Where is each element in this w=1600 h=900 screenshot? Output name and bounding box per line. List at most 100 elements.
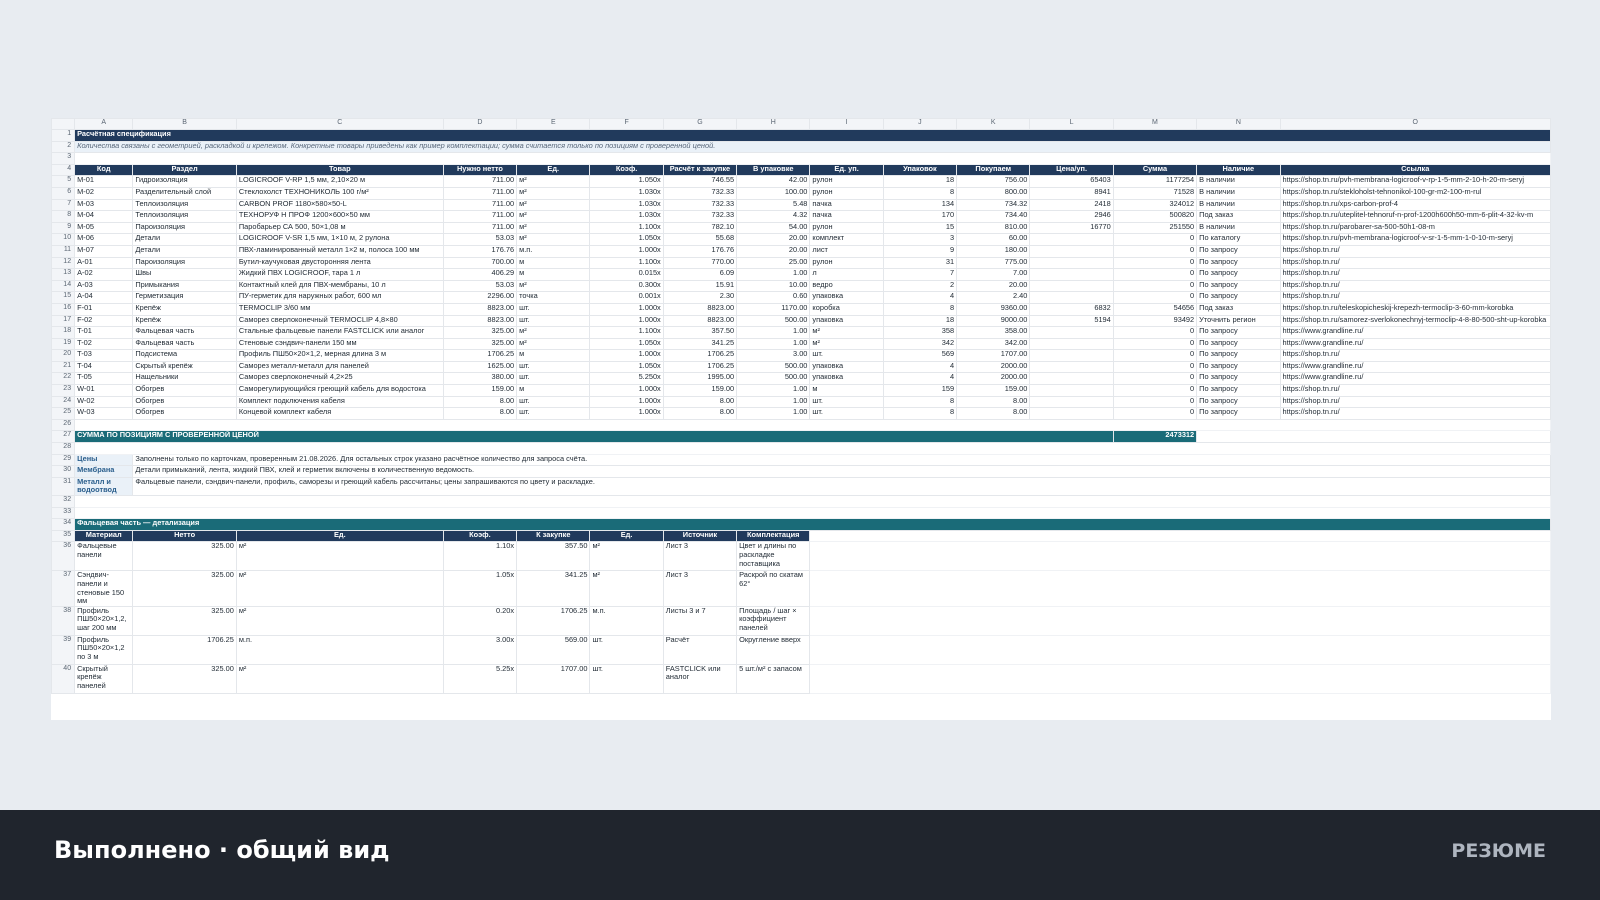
spec-cell[interactable]: 746.55 bbox=[662, 175, 738, 188]
detail-cell[interactable]: 1707.00 bbox=[516, 663, 591, 694]
spec-cell[interactable]: 380.00 bbox=[442, 372, 518, 386]
spec-cell[interactable]: 325.00 bbox=[442, 326, 518, 339]
spec-cell[interactable]: По запросу bbox=[1196, 384, 1281, 397]
spec-cell[interactable]: Пароизоляция bbox=[132, 221, 237, 235]
detail-cell[interactable]: Фальцевые панели bbox=[74, 541, 134, 572]
spec-cell[interactable]: M-02 bbox=[74, 186, 134, 200]
spec-cell[interactable]: 8941 bbox=[1029, 186, 1114, 200]
spec-cell[interactable]: 700.00 bbox=[442, 256, 518, 270]
spec-cell[interactable]: https://shop.tn.ru/ bbox=[1279, 291, 1551, 304]
spec-cell[interactable]: https://shop.tn.ru/ bbox=[1279, 256, 1551, 270]
column-header[interactable]: J bbox=[882, 118, 958, 130]
spec-cell[interactable]: шт. bbox=[516, 360, 591, 374]
detail-cell[interactable]: 325.00 bbox=[132, 570, 237, 607]
spec-cell[interactable]: м² bbox=[516, 210, 591, 223]
spec-cell[interactable]: A-03 bbox=[74, 279, 134, 293]
detail-cell[interactable]: 5.25x bbox=[442, 663, 518, 694]
spec-cell[interactable]: 8 bbox=[882, 186, 958, 200]
spec-cell[interactable]: 770.00 bbox=[662, 256, 738, 270]
column-header[interactable]: C bbox=[235, 118, 444, 130]
spec-cell[interactable]: 159 bbox=[882, 384, 958, 397]
spec-cell[interactable]: https://shop.tn.ru/xps-carbon-prof-4 bbox=[1279, 198, 1551, 212]
spec-cell[interactable]: 711.00 bbox=[442, 210, 518, 223]
spec-cell[interactable]: 2418 bbox=[1029, 198, 1114, 212]
spec-cell[interactable] bbox=[1029, 256, 1114, 270]
spec-cell[interactable]: 18 bbox=[882, 175, 958, 188]
spec-cell[interactable]: A-04 bbox=[74, 291, 134, 304]
spec-cell[interactable]: 8.00 bbox=[442, 395, 518, 409]
spec-cell[interactable]: 1.000x bbox=[589, 395, 664, 409]
spec-cell[interactable]: 1.050x bbox=[589, 337, 664, 351]
spec-cell[interactable]: рулон bbox=[809, 256, 884, 270]
spec-cell[interactable]: 1.00 bbox=[736, 337, 811, 351]
detail-cell[interactable]: Листы 3 и 7 bbox=[662, 605, 738, 636]
spec-cell[interactable]: 1177254 bbox=[1112, 175, 1198, 188]
spec-cell[interactable]: A-02 bbox=[74, 268, 134, 281]
spec-cell[interactable]: ПВХ-ламинированный металл 1×2 м, полоса … bbox=[235, 244, 444, 258]
spec-cell[interactable]: 1.00 bbox=[736, 407, 811, 420]
detail-cell[interactable]: Профиль ПШ50×20×1,2 по 3 м bbox=[74, 634, 134, 665]
spec-cell[interactable]: Подсистема bbox=[132, 349, 237, 362]
spec-cell[interactable]: CARBON PROF 1180×580×50-L bbox=[235, 198, 444, 212]
spec-cell[interactable]: Герметизация bbox=[132, 291, 237, 304]
spec-cell[interactable]: 8823.00 bbox=[442, 302, 518, 316]
spec-cell[interactable]: 2946 bbox=[1029, 210, 1114, 223]
spec-cell[interactable]: 2000.00 bbox=[956, 372, 1031, 386]
column-header[interactable]: E bbox=[516, 118, 591, 130]
empty-cell[interactable] bbox=[809, 663, 1551, 694]
spec-cell[interactable] bbox=[1029, 326, 1114, 339]
spec-cell[interactable]: Примыкания bbox=[132, 279, 237, 293]
spec-cell[interactable]: По запросу bbox=[1196, 337, 1281, 351]
spec-cell[interactable]: 732.33 bbox=[662, 186, 738, 200]
spec-cell[interactable]: T-03 bbox=[74, 349, 134, 362]
spec-cell[interactable]: 0 bbox=[1112, 372, 1198, 386]
spec-cell[interactable] bbox=[1029, 268, 1114, 281]
spec-cell[interactable]: M-07 bbox=[74, 244, 134, 258]
spec-cell[interactable]: ТЕХНОРУФ Н ПРОФ 1200×600×50 мм bbox=[235, 210, 444, 223]
spec-cell[interactable]: В наличии bbox=[1196, 198, 1281, 212]
spec-cell[interactable]: 3.00 bbox=[736, 349, 811, 362]
spec-cell[interactable]: комплект bbox=[809, 233, 884, 246]
spec-cell[interactable]: 10.00 bbox=[736, 279, 811, 293]
detail-cell[interactable]: м.п. bbox=[235, 634, 444, 665]
spec-cell[interactable] bbox=[1029, 407, 1114, 420]
spec-cell[interactable]: 8 bbox=[882, 395, 958, 409]
spec-cell[interactable]: Крепёж bbox=[132, 302, 237, 316]
spec-cell[interactable]: T-05 bbox=[74, 372, 134, 386]
spec-cell[interactable]: Обогрев bbox=[132, 407, 237, 420]
detail-cell[interactable]: м² bbox=[235, 605, 444, 636]
spec-cell[interactable]: Разделительный слой bbox=[132, 186, 237, 200]
spec-cell[interactable]: упаковка bbox=[809, 314, 884, 328]
spec-cell[interactable]: https://shop.tn.ru/pvh-membrana-logicroo… bbox=[1279, 233, 1551, 246]
spec-cell[interactable]: 342.00 bbox=[956, 337, 1031, 351]
column-header[interactable]: M bbox=[1112, 118, 1198, 130]
spec-cell[interactable]: 8823.00 bbox=[442, 314, 518, 328]
spec-cell[interactable]: Под заказ bbox=[1196, 210, 1281, 223]
spec-cell[interactable]: 1.000x bbox=[589, 302, 664, 316]
spec-cell[interactable]: Под заказ bbox=[1196, 302, 1281, 316]
spec-cell[interactable] bbox=[1029, 244, 1114, 258]
spec-cell[interactable]: 358 bbox=[882, 326, 958, 339]
spec-cell[interactable]: 159.00 bbox=[956, 384, 1031, 397]
spec-cell[interactable]: M-01 bbox=[74, 175, 134, 188]
spec-cell[interactable]: 732.33 bbox=[662, 210, 738, 223]
spec-cell[interactable]: https://www.grandline.ru/ bbox=[1279, 372, 1551, 386]
spec-cell[interactable]: 20.00 bbox=[736, 244, 811, 258]
spec-cell[interactable]: Гидроизоляция bbox=[132, 175, 237, 188]
spec-cell[interactable] bbox=[1029, 233, 1114, 246]
spec-cell[interactable] bbox=[1029, 349, 1114, 362]
spec-cell[interactable]: 16770 bbox=[1029, 221, 1114, 235]
detail-cell[interactable]: шт. bbox=[589, 663, 664, 694]
spec-cell[interactable]: м² bbox=[516, 279, 591, 293]
spec-cell[interactable]: 711.00 bbox=[442, 175, 518, 188]
spec-cell[interactable]: 0.300x bbox=[589, 279, 664, 293]
spec-cell[interactable]: 0.015x bbox=[589, 268, 664, 281]
spec-cell[interactable]: 357.50 bbox=[662, 326, 738, 339]
detail-cell[interactable]: Расчёт bbox=[662, 634, 738, 665]
spec-cell[interactable]: Уточнить регион bbox=[1196, 314, 1281, 328]
detail-cell[interactable]: FASTCLICK или аналог bbox=[662, 663, 738, 694]
spec-cell[interactable]: 8.00 bbox=[956, 395, 1031, 409]
detail-cell[interactable]: 3.00x bbox=[442, 634, 518, 665]
spec-cell[interactable]: м bbox=[516, 268, 591, 281]
spec-cell[interactable]: м² bbox=[516, 198, 591, 212]
